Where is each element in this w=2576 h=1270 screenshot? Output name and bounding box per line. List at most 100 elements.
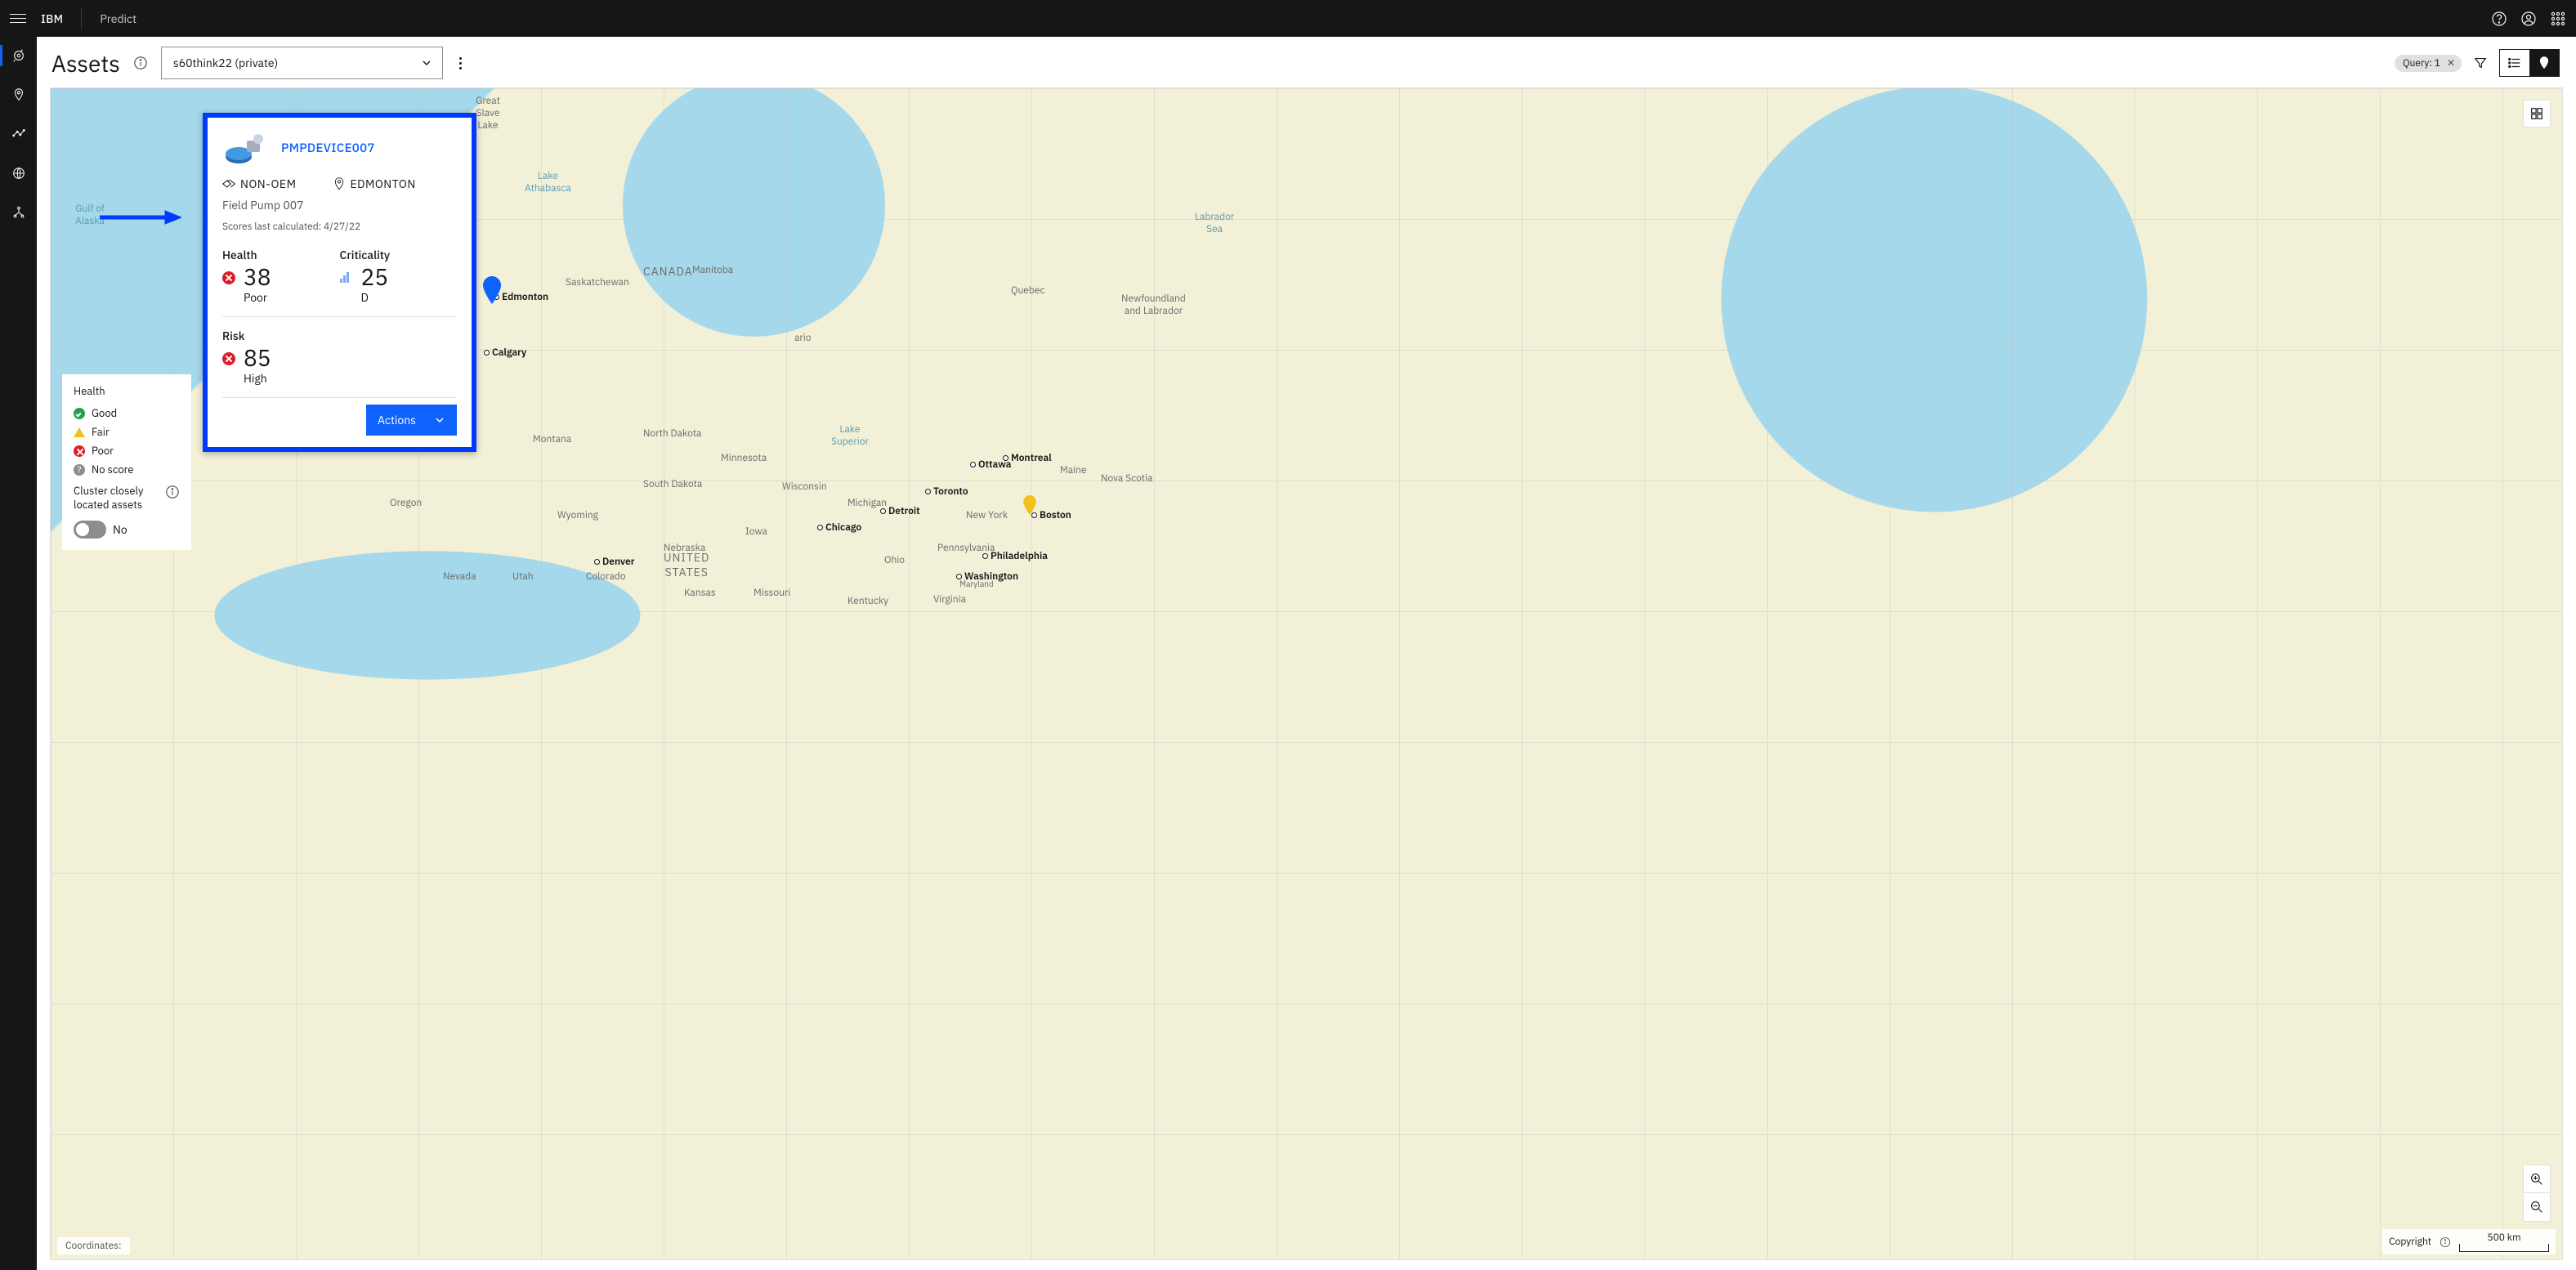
map-region-label: Newfoundland and Labrador [1121,293,1186,317]
city-washington: Washington [956,570,1018,583]
app-name: Predict [100,11,136,26]
zoom-in-icon [2530,1173,2543,1186]
asset-id-link[interactable]: PMPDEVICE007 [281,141,375,156]
nav-analytics[interactable] [0,122,37,146]
shell: Assets s60think22 (private) Query: 1 ✕ [0,37,2576,1270]
chevron-down-icon [434,414,445,426]
map-region-label: CANADA [643,264,693,279]
map-region-label: Iowa [745,525,767,538]
menu-icon[interactable] [10,11,26,27]
header-controls: Query: 1 ✕ [2395,49,2560,77]
map-region-label: Nova Scotia [1101,472,1152,485]
map-marker-selected[interactable] [482,276,502,304]
zoom-controls [2523,1165,2551,1222]
type-icon [222,177,235,190]
layers-button[interactable] [2523,100,2551,127]
list-view-button[interactable] [2500,50,2529,76]
error-icon [222,352,235,365]
map-region-label: ario [794,332,812,344]
query-tag[interactable]: Query: 1 ✕ [2395,55,2462,72]
error-icon [222,271,235,284]
city-denver: Denver [594,556,635,568]
location-icon [333,177,345,190]
legend-noscore: No score [74,463,180,476]
warning-icon [74,427,85,437]
check-icon [74,408,85,419]
actions-button[interactable]: Actions [366,405,457,436]
copyright-label: Copyright [2389,1236,2431,1248]
legend-panel: Health Good Fair Poor No score Cluster c… [62,374,191,550]
map-region-label: North Dakota [643,427,701,440]
legend-fair: Fair [74,425,180,439]
map-region-label: New York [966,509,1008,521]
map-region-label: Quebec [1011,284,1044,297]
page-title: Assets [51,48,120,78]
map-marker[interactable] [1022,495,1037,515]
map-region-label: Utah [512,570,534,583]
map-region-label: Saskatchewan [566,276,629,288]
global-header: IBM Predict [0,0,2576,37]
info-icon[interactable] [2440,1236,2451,1248]
filter-icon[interactable] [2473,56,2488,70]
nav-hierarchy[interactable] [0,200,37,225]
user-avatar-icon[interactable] [2520,11,2537,27]
risk-score: Risk 85 High [222,324,457,394]
map-region-label: South Dakota [643,478,702,490]
map-region-label: Wisconsin [782,481,827,493]
map-region-label: Lake Athabasca [525,170,571,195]
scale-label: 500 km [2487,1232,2520,1244]
city-chicago: Chicago [817,521,861,534]
workspace-dropdown[interactable]: s60think22 (private) [161,47,443,79]
header-right [2491,11,2566,27]
cluster-toggle[interactable] [74,521,106,539]
close-icon[interactable]: ✕ [2447,57,2455,69]
app-switcher-icon[interactable] [2550,11,2566,27]
map-region-label: Colorado [586,570,626,583]
asset-type: NON-OEM [240,177,296,191]
scale-ruler [2459,1244,2549,1252]
asset-thumbnail [222,131,266,165]
criticality-score: Criticality 25 D [340,243,458,313]
map-container[interactable]: Great Slave Lake Gulf of Alaska Lake Ath… [50,87,2563,1260]
bars-icon [340,271,353,283]
side-nav [0,37,37,1270]
nav-locations[interactable] [0,83,37,107]
map-region-label: Missouri [754,587,790,599]
info-icon[interactable] [133,56,148,70]
city-toronto: Toronto [925,485,968,498]
nav-assets[interactable] [0,43,37,68]
city-calgary: Calgary [484,347,526,359]
page-header: Assets s60think22 (private) Query: 1 ✕ [37,37,2576,87]
map-region-label: Wyoming [557,509,598,521]
map-region-label: Oregon [390,497,422,509]
nav-globe[interactable] [0,161,37,186]
legend-poor: Poor [74,444,180,458]
zoom-in-button[interactable] [2524,1165,2550,1193]
layers-icon [2529,106,2544,121]
map-region-label: Maine [1060,464,1087,476]
header-left: IBM Predict [10,7,136,30]
city-detroit: Detroit [880,505,920,517]
zoom-out-icon [2530,1201,2543,1214]
coordinates-readout: Coordinates: [57,1237,130,1254]
brand-divider [81,7,82,30]
map-region-label: Manitoba [692,264,733,276]
chevron-down-icon [421,57,432,69]
map-region-label: UNITED STATES [664,550,709,579]
info-icon[interactable] [165,485,180,499]
annotation-arrow [100,209,181,226]
help-icon[interactable] [2491,11,2507,27]
map-region-label: Labrador Sea [1195,211,1234,235]
calc-timestamp: Scores last calculated: 4/27/22 [222,221,457,233]
map-region-label: Kentucky [847,595,888,607]
map-view-button[interactable] [2529,50,2559,76]
map-region-label: Great Slave Lake [476,95,500,132]
city-philadelphia: Philadelphia [982,550,1048,562]
asset-popup: PMPDEVICE007 NON-OEM EDMONTON Field Pump… [203,113,476,452]
overflow-menu-icon[interactable] [459,57,462,69]
asset-location: EDMONTON [350,177,415,191]
map-region-label: Virginia [933,593,966,606]
zoom-out-button[interactable] [2524,1193,2550,1221]
city-montreal: Montreal [1003,452,1052,464]
map-region-label: Kansas [684,587,716,599]
